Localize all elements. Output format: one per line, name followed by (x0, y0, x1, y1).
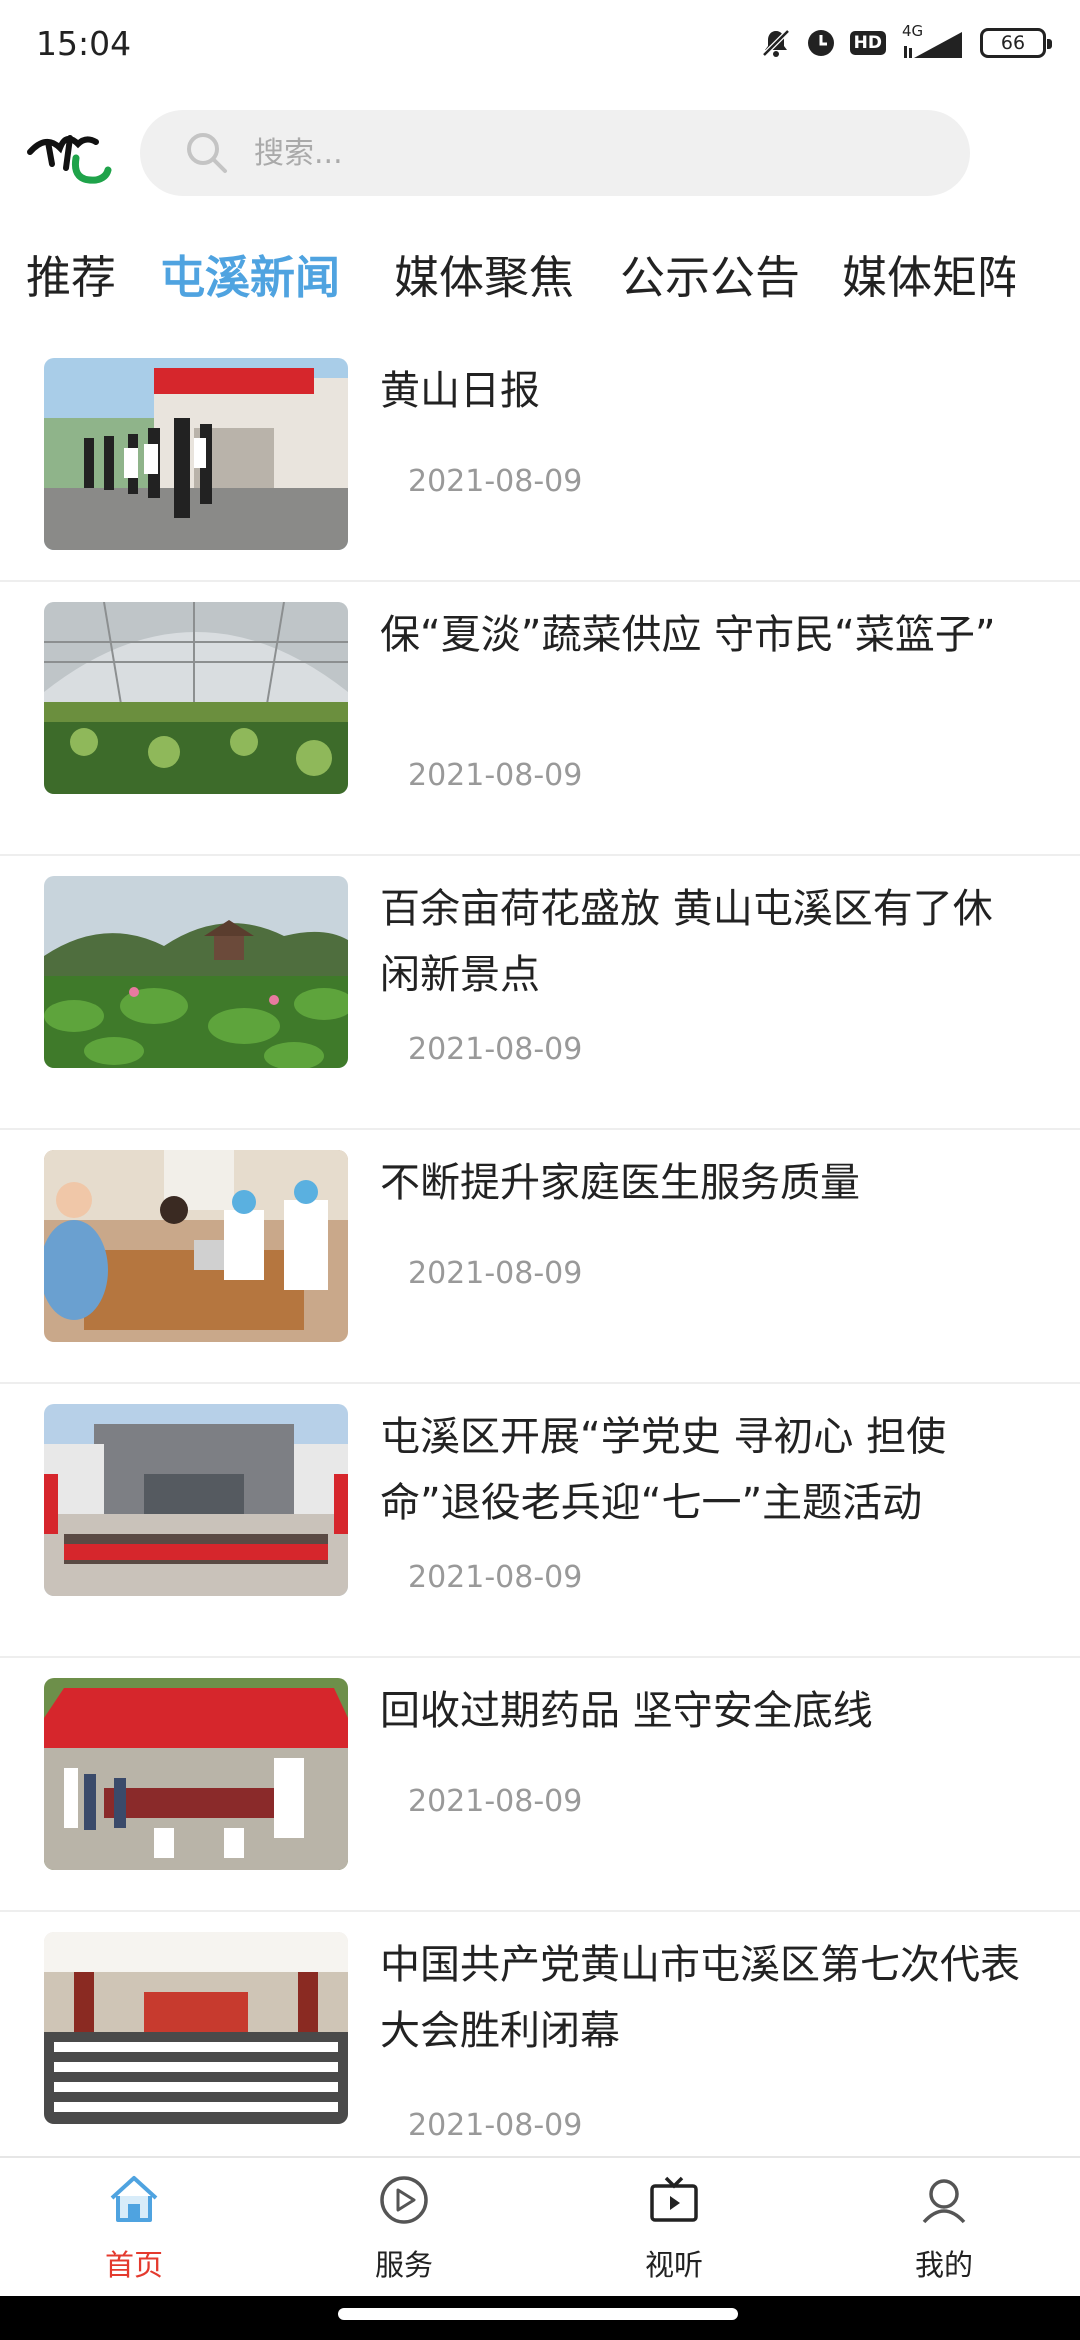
news-date: 2021-08-09 (408, 1560, 583, 1595)
tv-icon (650, 2176, 698, 2222)
gesture-bar (0, 2296, 1080, 2340)
news-item[interactable]: 百余亩荷花盛放 黄山屯溪区有了休闲新景点 2021-08-09 (0, 856, 1080, 1130)
news-thumbnail (44, 1932, 348, 2124)
news-date: 2021-08-09 (408, 1256, 583, 1291)
news-item[interactable]: 中国共产党黄山市屯溪区第七次代表大会胜利闭幕 2021-08-09 (0, 1912, 1080, 2148)
nav-home-label: 首页 (104, 2248, 163, 2282)
header (0, 100, 1080, 210)
search-icon (187, 133, 227, 173)
news-title: 黄山日报 (380, 368, 540, 414)
news-thumbnail (44, 1150, 348, 1342)
news-date: 2021-08-09 (408, 1784, 583, 1819)
news-date: 2021-08-09 (408, 758, 583, 793)
home-icon (110, 2176, 158, 2222)
signal-icon: 4G (900, 22, 966, 60)
news-item[interactable]: 不断提升家庭医生服务质量 2021-08-09 (0, 1130, 1080, 1384)
news-title: 中国共产党黄山市屯溪区第七次代表大会胜利闭幕 (380, 1942, 1020, 2054)
news-title: 回收过期药品 坚守安全底线 (380, 1688, 873, 1734)
news-date: 2021-08-09 (408, 464, 583, 499)
nav-media[interactable]: 视听 (574, 2158, 774, 2298)
category-tabs: 推荐 屯溪新闻 媒体聚焦 公示公告 媒体矩阵 (0, 238, 1015, 318)
tab-media-focus[interactable]: 媒体聚焦 (394, 238, 574, 318)
nav-mine-label: 我的 (914, 2248, 973, 2282)
news-title: 不断提升家庭医生服务质量 (380, 1160, 860, 1206)
news-item[interactable]: 回收过期药品 坚守安全底线 2021-08-09 (0, 1658, 1080, 1912)
news-title: 百余亩荷花盛放 黄山屯溪区有了休闲新景点 (380, 886, 993, 998)
news-list: 黄山日报 2021-08-09 保“夏淡”蔬菜供应 守市民“菜篮子” 2021-… (0, 338, 1080, 2148)
app-logo (26, 124, 112, 190)
news-item[interactable]: 黄山日报 2021-08-09 (0, 338, 1080, 582)
news-thumbnail (44, 602, 348, 794)
bottom-nav: 首页 服务 视听 我的 (0, 2156, 1080, 2296)
news-thumbnail (44, 876, 348, 1068)
status-time: 15:04 (36, 24, 132, 63)
user-icon (922, 2179, 966, 2224)
search-input[interactable] (254, 135, 854, 171)
news-item[interactable]: 屯溪区开展“学党史 寻初心 担使命”退役老兵迎“七一”主题活动 2021-08-… (0, 1384, 1080, 1658)
nav-media-label: 视听 (644, 2248, 703, 2282)
news-date: 2021-08-09 (408, 1032, 583, 1067)
home-indicator[interactable] (338, 2308, 738, 2320)
mute-icon (760, 27, 792, 59)
news-item[interactable]: 保“夏淡”蔬菜供应 守市民“菜篮子” 2021-08-09 (0, 582, 1080, 856)
play-circle-icon (380, 2176, 428, 2224)
status-bar: 15:04 HD 4G 66 (0, 0, 1080, 90)
news-title: 屯溪区开展“学党史 寻初心 担使命”退役老兵迎“七一”主题活动 (380, 1414, 947, 1526)
search-bar[interactable] (140, 110, 970, 196)
news-thumbnail (44, 358, 348, 550)
nav-service-label: 服务 (374, 2248, 433, 2282)
tab-media-matrix[interactable]: 媒体矩阵 (842, 238, 1015, 318)
tab-tunxi-news[interactable]: 屯溪新闻 (160, 238, 340, 318)
news-thumbnail (44, 1404, 348, 1596)
hd-badge: HD (849, 31, 886, 55)
news-date: 2021-08-09 (408, 2108, 583, 2143)
alarm-icon (806, 28, 836, 58)
tab-recommend[interactable]: 推荐 (26, 238, 116, 318)
battery-level: 66 (1000, 32, 1026, 54)
nav-mine[interactable]: 我的 (844, 2158, 1044, 2298)
battery-icon: 66 (980, 28, 1052, 58)
tab-announcements[interactable]: 公示公告 (620, 238, 800, 318)
news-title: 保“夏淡”蔬菜供应 守市民“菜篮子” (380, 612, 996, 658)
news-thumbnail (44, 1678, 348, 1870)
status-icons: HD 4G 66 (760, 22, 1052, 60)
nav-home[interactable]: 首页 (34, 2158, 234, 2298)
nav-service[interactable]: 服务 (304, 2158, 504, 2298)
